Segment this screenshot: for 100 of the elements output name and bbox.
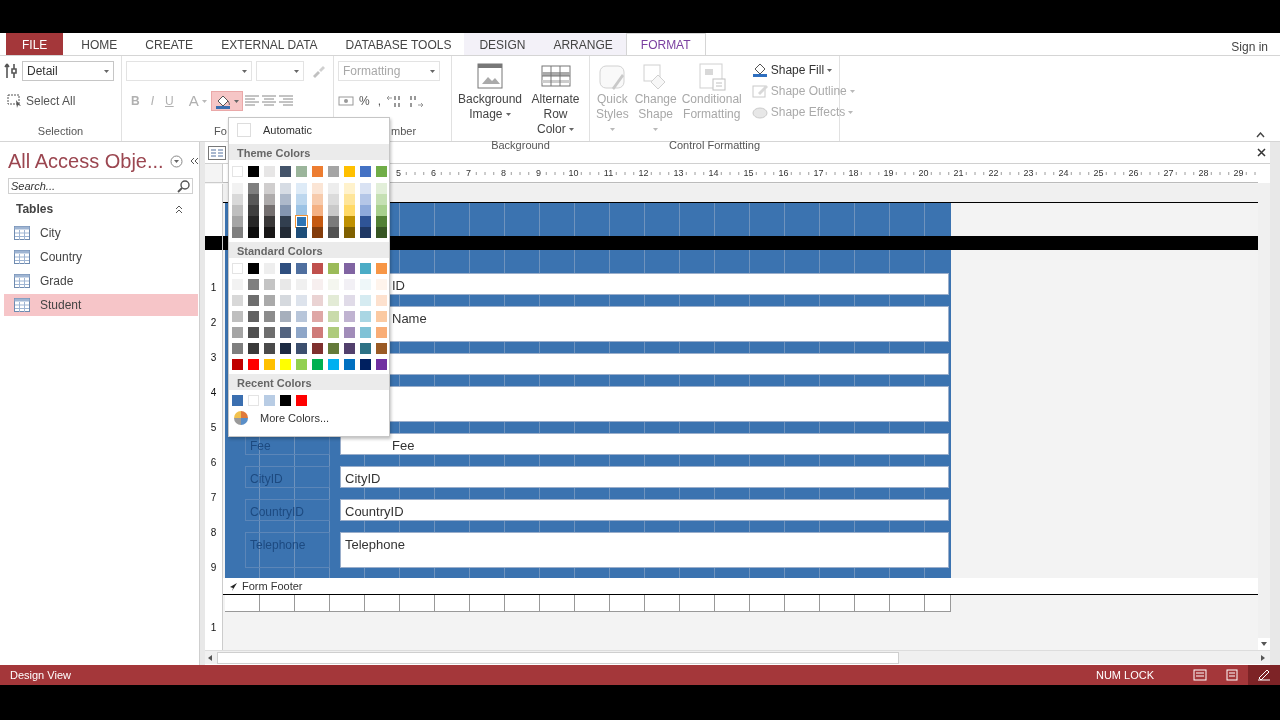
color-swatch[interactable] — [344, 216, 355, 227]
color-swatch[interactable] — [376, 227, 387, 238]
view-button[interactable] — [1248, 665, 1280, 685]
color-swatch[interactable] — [248, 395, 259, 406]
color-swatch[interactable] — [360, 183, 371, 194]
more-colors-option[interactable]: More Colors... — [230, 408, 389, 428]
color-swatch[interactable] — [280, 227, 291, 238]
color-swatch[interactable] — [360, 216, 371, 227]
color-swatch[interactable] — [376, 166, 387, 177]
color-swatch[interactable] — [248, 205, 259, 216]
color-swatch[interactable] — [360, 327, 371, 338]
color-swatch[interactable] — [328, 205, 339, 216]
color-swatch[interactable] — [360, 194, 371, 205]
color-swatch[interactable] — [264, 166, 275, 177]
color-swatch[interactable] — [312, 311, 323, 322]
color-swatch[interactable] — [264, 216, 275, 227]
color-swatch[interactable] — [248, 359, 259, 370]
color-swatch[interactable] — [344, 205, 355, 216]
color-swatch[interactable] — [232, 216, 243, 227]
color-swatch[interactable] — [312, 183, 323, 194]
color-swatch[interactable] — [264, 359, 275, 370]
color-swatch[interactable] — [232, 311, 243, 322]
collapse-pane-icon[interactable] — [188, 157, 199, 165]
sign-in-link[interactable]: Sign in — [1231, 33, 1280, 55]
color-swatch[interactable] — [296, 295, 307, 306]
color-swatch[interactable] — [328, 343, 339, 354]
text-box-control[interactable]: CityID — [340, 466, 949, 488]
color-swatch[interactable] — [344, 183, 355, 194]
color-swatch[interactable] — [296, 227, 307, 238]
color-swatch[interactable] — [280, 343, 291, 354]
collapse-group-icon[interactable] — [175, 204, 183, 214]
color-swatch[interactable] — [360, 227, 371, 238]
color-swatch[interactable] — [296, 359, 307, 370]
color-swatch[interactable] — [312, 166, 323, 177]
search-field[interactable]: Search... — [8, 178, 193, 194]
color-swatch[interactable] — [280, 359, 291, 370]
color-swatch[interactable] — [344, 327, 355, 338]
color-swatch[interactable] — [312, 359, 323, 370]
color-swatch[interactable] — [328, 295, 339, 306]
color-swatch[interactable] — [328, 359, 339, 370]
color-swatch[interactable] — [248, 295, 259, 306]
select-all-button[interactable]: Select All — [4, 91, 79, 111]
color-swatch[interactable] — [328, 311, 339, 322]
color-swatch[interactable] — [264, 205, 275, 216]
color-swatch[interactable] — [312, 216, 323, 227]
color-swatch[interactable] — [360, 295, 371, 306]
color-swatch[interactable] — [344, 295, 355, 306]
color-swatch[interactable] — [280, 183, 291, 194]
color-swatch[interactable] — [296, 166, 307, 177]
color-swatch[interactable] — [248, 343, 259, 354]
color-swatch[interactable] — [344, 311, 355, 322]
color-swatch[interactable] — [328, 227, 339, 238]
color-swatch[interactable] — [296, 263, 307, 274]
color-swatch[interactable] — [376, 263, 387, 274]
color-swatch[interactable] — [344, 263, 355, 274]
collapse-ribbon-icon[interactable] — [1256, 132, 1265, 138]
color-swatch[interactable] — [232, 327, 243, 338]
color-swatch[interactable] — [248, 263, 259, 274]
object-list-item[interactable]: City — [4, 222, 198, 244]
color-swatch[interactable] — [312, 227, 323, 238]
automatic-option[interactable]: Automatic — [233, 120, 389, 140]
color-swatch[interactable] — [232, 263, 243, 274]
color-swatch[interactable] — [328, 327, 339, 338]
color-swatch[interactable] — [264, 194, 275, 205]
object-list-item[interactable]: Student — [4, 294, 198, 316]
color-swatch[interactable] — [376, 216, 387, 227]
percent-button[interactable]: % — [356, 91, 373, 111]
color-swatch[interactable] — [376, 183, 387, 194]
ribbon-tab[interactable]: ARRANGE — [538, 33, 628, 55]
scroll-down-icon[interactable] — [1258, 638, 1270, 650]
color-swatch[interactable] — [264, 311, 275, 322]
color-swatch[interactable] — [248, 227, 259, 238]
color-swatch[interactable] — [376, 343, 387, 354]
color-swatch[interactable] — [232, 194, 243, 205]
color-swatch[interactable] — [232, 227, 243, 238]
color-swatch[interactable] — [344, 227, 355, 238]
color-swatch[interactable] — [232, 395, 243, 406]
group-header[interactable]: Tables — [16, 200, 54, 218]
color-swatch[interactable] — [248, 166, 259, 177]
color-swatch[interactable] — [312, 263, 323, 274]
color-swatch[interactable] — [312, 343, 323, 354]
color-swatch[interactable] — [296, 194, 307, 205]
color-swatch[interactable] — [328, 183, 339, 194]
color-swatch[interactable] — [280, 194, 291, 205]
color-swatch[interactable] — [296, 327, 307, 338]
scrollbar-thumb[interactable] — [217, 651, 899, 664]
ribbon-button[interactable]: Background Image — [456, 60, 524, 137]
object-dropdown[interactable]: Detail — [22, 61, 114, 81]
color-swatch[interactable] — [360, 263, 371, 274]
comma-button[interactable]: , — [374, 91, 384, 111]
color-swatch[interactable] — [232, 359, 243, 370]
color-swatch[interactable] — [296, 343, 307, 354]
ribbon-tab[interactable]: DESIGN — [464, 33, 541, 55]
color-swatch[interactable] — [248, 279, 259, 290]
color-swatch[interactable] — [328, 166, 339, 177]
color-swatch[interactable] — [280, 395, 291, 406]
color-swatch[interactable] — [344, 343, 355, 354]
color-swatch[interactable] — [280, 311, 291, 322]
color-swatch[interactable] — [280, 216, 291, 227]
color-swatch[interactable] — [248, 327, 259, 338]
